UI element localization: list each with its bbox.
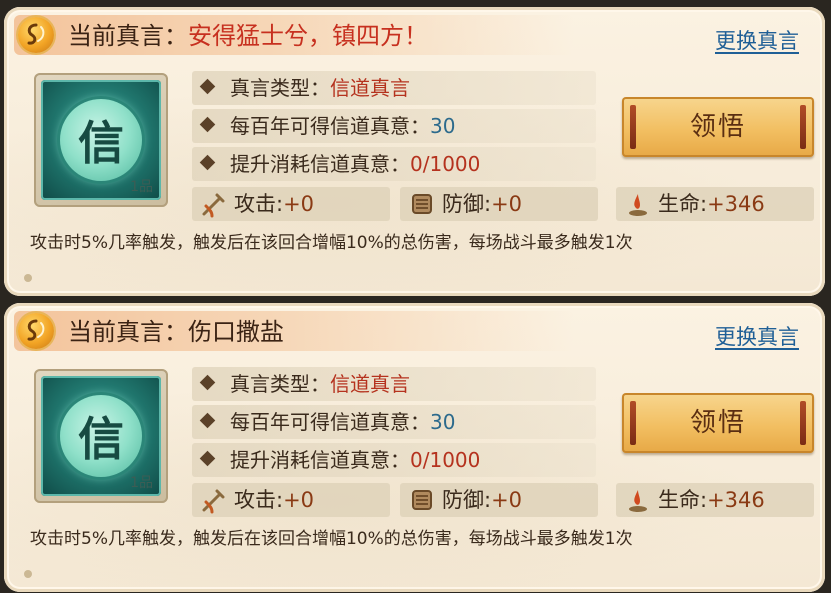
- diamond-bullet-icon: [199, 116, 216, 133]
- attr-label: 提升消耗信道真意：: [230, 448, 410, 472]
- item-grade: 1品: [130, 179, 153, 195]
- attr-value: 30: [430, 114, 456, 138]
- mantra-item-icon[interactable]: 信 1品: [34, 369, 168, 503]
- stat-defense: 防御:+0: [400, 187, 598, 221]
- current-mantra-title: 当前真言：伤口撒盐: [68, 317, 284, 347]
- diamond-bullet-icon: [199, 78, 216, 95]
- diamond-bullet-icon: [199, 412, 216, 429]
- xin-glyph-icon: 信: [60, 99, 142, 181]
- change-mantra-link[interactable]: 更换真言: [715, 321, 799, 351]
- corner-dot: [24, 274, 32, 282]
- stat-label: 防御:: [442, 488, 492, 512]
- mantra-description: 攻击时5%几率触发，触发后在该回合增幅10%的总伤害，每场战斗最多触发1次: [30, 529, 633, 549]
- stat-life: 生命:+346: [616, 187, 814, 221]
- attr-label: 真言类型：: [230, 76, 330, 100]
- attr-upgrade-cost: 提升消耗信道真意：0/1000: [192, 147, 596, 181]
- change-mantra-link[interactable]: 更换真言: [715, 25, 799, 55]
- stat-label: 攻击:: [234, 192, 284, 216]
- diamond-bullet-icon: [199, 450, 216, 467]
- sword-icon: [202, 489, 225, 514]
- sword-icon: [202, 193, 225, 218]
- comprehend-button[interactable]: 领悟: [622, 393, 814, 453]
- attr-mantra-type: 真言类型：信道真言: [192, 71, 596, 105]
- stat-value: +346: [707, 488, 765, 512]
- diamond-bullet-icon: [199, 154, 216, 171]
- corner-dot: [24, 570, 32, 578]
- attr-label: 真言类型：: [230, 372, 330, 396]
- stat-defense: 防御:+0: [400, 483, 598, 517]
- xin-glyph-icon: 信: [60, 395, 142, 477]
- stat-value: +0: [491, 488, 523, 512]
- attr-label: 每百年可得信道真意：: [230, 114, 430, 138]
- current-mantra-name: 安得猛士兮，镇四方！: [188, 22, 428, 50]
- stat-value: +0: [491, 192, 523, 216]
- mantra-panel-2: 当前真言：伤口撒盐 更换真言 信 1品 真言类型：信道真言 每百年可得信道真意：…: [4, 303, 825, 592]
- comprehend-button-label: 领悟: [689, 408, 746, 438]
- stat-value: +0: [283, 192, 315, 216]
- attr-label: 提升消耗信道真意：: [230, 152, 410, 176]
- attr-per-century: 每百年可得信道真意：30: [192, 405, 596, 439]
- stat-label: 生命:: [658, 192, 708, 216]
- stat-label: 攻击:: [234, 488, 284, 512]
- armor-icon: [412, 490, 432, 510]
- current-mantra-prefix: 当前真言：: [68, 22, 188, 50]
- current-mantra-prefix: 当前真言：: [68, 318, 188, 346]
- comprehend-button[interactable]: 领悟: [622, 97, 814, 157]
- item-grade: 1品: [130, 475, 153, 491]
- stat-life: 生命:+346: [616, 483, 814, 517]
- comprehend-button-label: 领悟: [689, 112, 746, 142]
- attr-value: 信道真言: [330, 372, 410, 396]
- attr-per-century: 每百年可得信道真意：30: [192, 109, 596, 143]
- mantra-item-icon[interactable]: 信 1品: [34, 73, 168, 207]
- stat-value: +346: [707, 192, 765, 216]
- blood-drop-icon: [629, 490, 647, 512]
- stat-attack: 攻击:+0: [192, 187, 390, 221]
- attr-mantra-type: 真言类型：信道真言: [192, 367, 596, 401]
- attr-value: 信道真言: [330, 76, 410, 100]
- mantra-panel-1: 当前真言：安得猛士兮，镇四方！ 更换真言 信 1品 真言类型：信道真言 每百年可…: [4, 7, 825, 296]
- attr-upgrade-cost: 提升消耗信道真意：0/1000: [192, 443, 596, 477]
- stat-attack: 攻击:+0: [192, 483, 390, 517]
- blood-drop-icon: [629, 194, 647, 216]
- current-mantra-name: 伤口撒盐: [188, 318, 284, 346]
- stat-label: 生命:: [658, 488, 708, 512]
- diamond-bullet-icon: [199, 374, 216, 391]
- attr-value: 0/1000: [410, 448, 481, 472]
- attr-label: 每百年可得信道真意：: [230, 410, 430, 434]
- current-mantra-title: 当前真言：安得猛士兮，镇四方！: [68, 21, 428, 51]
- yin-yang-swirl-icon: [18, 313, 54, 349]
- yin-yang-swirl-icon: [18, 17, 54, 53]
- armor-icon: [412, 194, 432, 214]
- attr-value: 0/1000: [410, 152, 481, 176]
- mantra-description: 攻击时5%几率触发，触发后在该回合增幅10%的总伤害，每场战斗最多触发1次: [30, 233, 633, 253]
- attr-value: 30: [430, 410, 456, 434]
- stat-label: 防御:: [442, 192, 492, 216]
- stat-value: +0: [283, 488, 315, 512]
